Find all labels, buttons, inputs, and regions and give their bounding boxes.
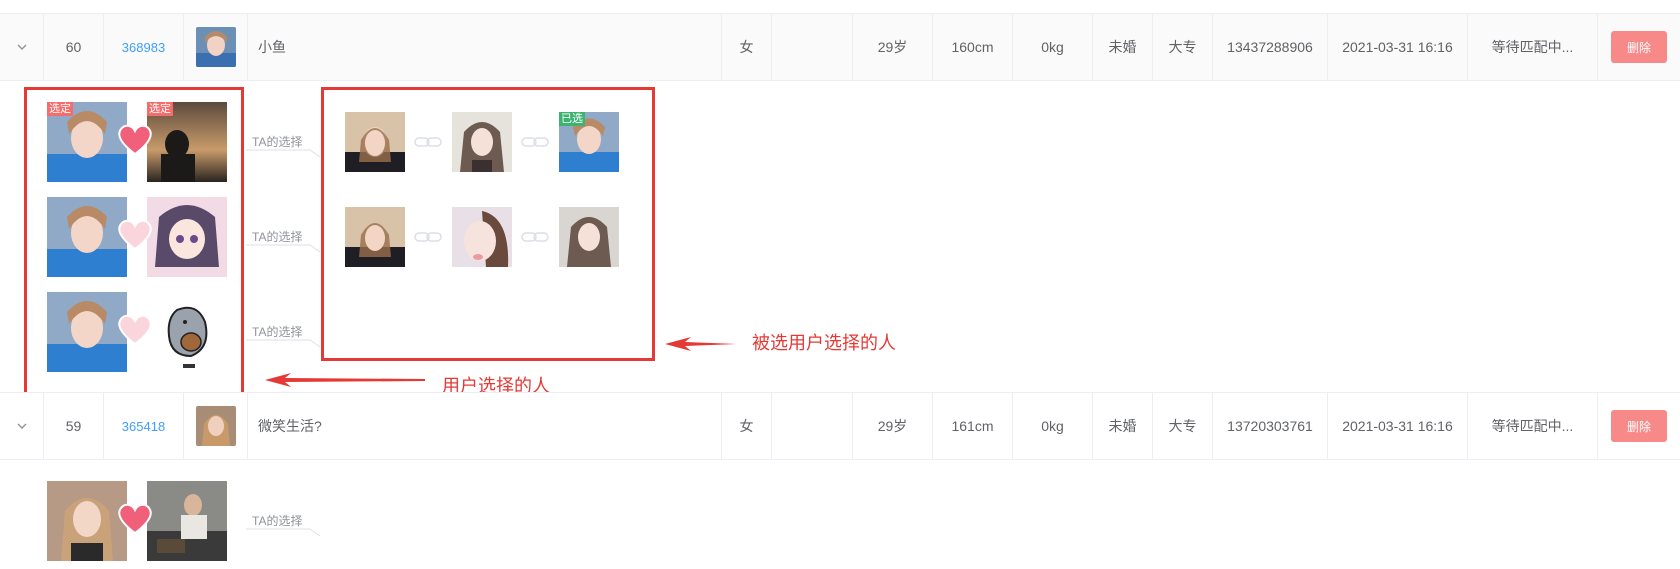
user-name: 小鱼 [248, 14, 722, 80]
empty-cell [772, 393, 853, 459]
user-id-link[interactable]: 365418 [122, 419, 165, 434]
chosen-photo[interactable] [147, 481, 227, 561]
match-status: 等待匹配中... [1468, 14, 1598, 80]
user-choices-highlight [24, 87, 244, 395]
weight: 0kg [1013, 393, 1093, 459]
empty-cell [772, 14, 853, 80]
match-status: 等待匹配中... [1468, 393, 1598, 459]
table-row: 60 368983 小鱼 女 29岁 160cm 0kg 未婚 大专 13437… [0, 13, 1680, 81]
pointer-line [246, 149, 321, 158]
pointer-line [246, 339, 321, 348]
user-id-link[interactable]: 368983 [122, 40, 165, 55]
gender: 女 [722, 393, 772, 459]
education: 大专 [1153, 14, 1213, 80]
marital-status: 未婚 [1093, 14, 1153, 80]
chosen-by-selected-highlight [321, 87, 655, 361]
expand-toggle[interactable] [0, 393, 44, 459]
height: 161cm [933, 393, 1013, 459]
age: 29岁 [853, 14, 933, 80]
phone: 13720303761 [1213, 393, 1328, 459]
expand-toggle[interactable] [0, 14, 44, 80]
user-name: 微笑生活? [248, 393, 722, 459]
match-table: 60 368983 小鱼 女 29岁 160cm 0kg 未婚 大专 13437… [0, 0, 1680, 569]
marital-status: 未婚 [1093, 393, 1153, 459]
weight: 0kg [1013, 14, 1093, 80]
pointer-line [246, 244, 321, 253]
delete-button[interactable]: 删除 [1611, 410, 1667, 442]
avatar[interactable] [195, 27, 236, 67]
table-row: 59 365418 微笑生活? 女 29岁 161cm 0kg 未婚 大专 13… [0, 392, 1680, 460]
row-index: 60 [44, 14, 104, 80]
height: 160cm [933, 14, 1013, 80]
heart-icon [118, 503, 152, 535]
pointer-line [246, 528, 321, 537]
avatar[interactable] [195, 406, 236, 446]
delete-button[interactable]: 删除 [1611, 31, 1667, 63]
annotation-arrow [265, 373, 425, 387]
timestamp: 2021-03-31 16:16 [1328, 14, 1468, 80]
row-index: 59 [44, 393, 104, 459]
gender: 女 [722, 14, 772, 80]
education: 大专 [1153, 393, 1213, 459]
chosen-by-selected-annotation: 被选用户选择的人 [752, 333, 896, 353]
chevron-down-icon[interactable] [15, 419, 29, 433]
user-photo[interactable] [47, 481, 127, 561]
age: 29岁 [853, 393, 933, 459]
annotation-arrow [665, 337, 737, 351]
phone: 13437288906 [1213, 14, 1328, 80]
timestamp: 2021-03-31 16:16 [1328, 393, 1468, 459]
chevron-down-icon[interactable] [15, 40, 29, 54]
